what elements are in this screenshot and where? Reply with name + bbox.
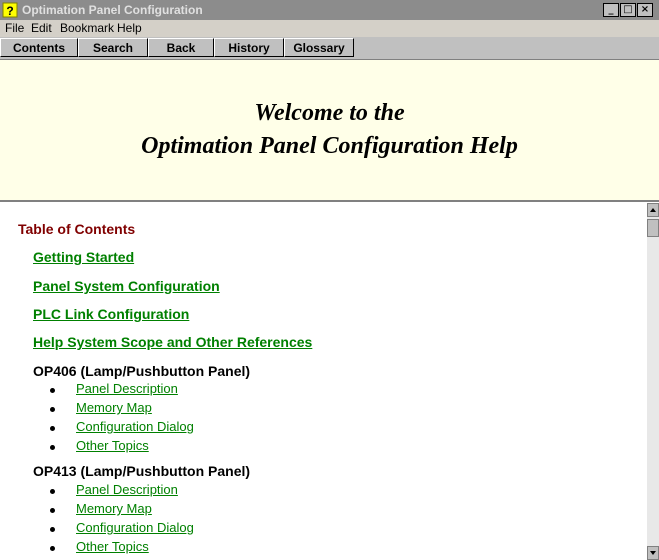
bullet <box>50 388 55 393</box>
bullet <box>50 426 55 431</box>
banner-line-1: Welcome to the <box>254 100 405 126</box>
banner-line-2: Optimation Panel Configuration Help <box>141 133 518 159</box>
scroll-thumb[interactable] <box>647 219 659 237</box>
toolbar: Contents Search Back History Glossary <box>0 37 659 60</box>
history-button[interactable]: History <box>214 38 284 57</box>
contents-button[interactable]: Contents <box>0 38 78 57</box>
link-op406-configuration-dialog[interactable]: Configuration Dialog <box>76 419 194 434</box>
bullet <box>50 407 55 412</box>
panel-heading-op406: OP406 (Lamp/Pushbutton Panel) <box>33 363 251 379</box>
help-question-icon: ? <box>2 2 18 18</box>
search-button[interactable]: Search <box>78 38 148 57</box>
link-op413-other-topics[interactable]: Other Topics <box>76 539 149 554</box>
window-title: Optimation Panel Configuration <box>22 3 203 17</box>
maximize-button[interactable]: □ <box>620 3 636 17</box>
link-op413-panel-description[interactable]: Panel Description <box>76 482 178 497</box>
vertical-scrollbar[interactable] <box>647 203 659 560</box>
menu-edit[interactable]: Edit <box>31 21 52 35</box>
glossary-button[interactable]: Glossary <box>284 38 354 57</box>
menu-bar: File Edit Bookmark Help <box>0 20 659 37</box>
scroll-down-arrow[interactable] <box>647 546 659 560</box>
panel-heading-op413: OP413 (Lamp/Pushbutton Panel) <box>33 463 251 479</box>
link-getting-started[interactable]: Getting Started <box>33 249 134 265</box>
minimize-button[interactable]: _ <box>603 3 619 17</box>
link-help-system-scope[interactable]: Help System Scope and Other References <box>33 334 312 350</box>
toc-heading: Table of Contents <box>18 221 136 237</box>
arrow-down-icon <box>650 551 656 555</box>
bullet <box>50 546 55 551</box>
bullet <box>50 445 55 450</box>
link-op413-memory-map[interactable]: Memory Map <box>76 501 152 516</box>
svg-text:?: ? <box>6 4 13 18</box>
bullet <box>50 508 55 513</box>
link-plc-link-configuration[interactable]: PLC Link Configuration <box>33 306 189 322</box>
link-panel-system-configuration[interactable]: Panel System Configuration <box>33 278 220 294</box>
help-content: Table of Contents Getting Started Panel … <box>0 203 647 560</box>
link-op413-configuration-dialog[interactable]: Configuration Dialog <box>76 520 194 535</box>
back-button[interactable]: Back <box>148 38 214 57</box>
menu-help[interactable]: Help <box>117 21 142 35</box>
bullet <box>50 527 55 532</box>
menu-bookmark[interactable]: Bookmark <box>60 21 114 35</box>
welcome-banner: Welcome to the Optimation Panel Configur… <box>0 60 659 202</box>
link-op406-memory-map[interactable]: Memory Map <box>76 400 152 415</box>
menu-file[interactable]: File <box>5 21 24 35</box>
arrow-up-icon <box>650 208 656 212</box>
close-button[interactable]: × <box>637 3 653 17</box>
bullet <box>50 489 55 494</box>
title-bar: ? Optimation Panel Configuration _ □ × <box>0 0 659 20</box>
link-op406-panel-description[interactable]: Panel Description <box>76 381 178 396</box>
link-op406-other-topics[interactable]: Other Topics <box>76 438 149 453</box>
scroll-up-arrow[interactable] <box>647 203 659 217</box>
